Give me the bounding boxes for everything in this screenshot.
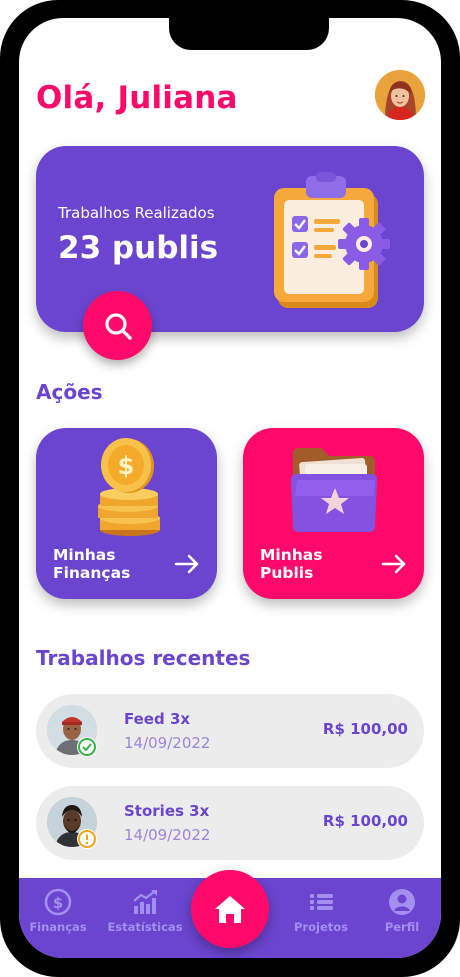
job-title: Stories 3x [124,802,210,820]
arrow-right-icon [174,554,199,574]
job-date: 14/09/2022 [124,826,211,844]
my-finances-label: Minhas Finanças [53,546,131,582]
user-icon [389,889,415,915]
works-summary-label: Trabalhos Realizados [58,204,215,222]
clipboard-checklist-icon [274,172,390,308]
recent-job-row[interactable]: Feed 3x 14/09/2022 R$ 100,00 [36,694,424,768]
money-icon: $ [44,888,72,916]
svg-text:$: $ [118,452,135,480]
home-icon [215,896,245,923]
app-screen: Olá, Juliana Trabalhos Realizados 23 pub… [19,18,441,958]
my-finances-card[interactable]: $ Minhas Finanças [36,428,217,599]
nav-item-estatisticas[interactable]: Estatísticas [105,888,185,934]
job-title: Feed 3x [124,710,191,728]
recent-jobs-title: Trabalhos recentes [36,646,251,670]
profile-avatar[interactable] [375,70,425,120]
search-icon [104,312,132,340]
job-price: R$ 100,00 [322,720,408,738]
folder-star-icon [291,448,377,532]
works-summary-value: 23 publis [58,230,219,266]
nav-item-perfil[interactable]: Perfil [362,888,441,934]
device-notch [169,18,329,50]
coin-stack-icon: $ [98,438,160,536]
status-pending [77,829,97,849]
arrow-right-icon [381,554,406,574]
job-date: 14/09/2022 [124,734,211,752]
phone-frame: Olá, Juliana Trabalhos Realizados 23 pub… [0,0,460,977]
svg-text:$: $ [53,894,63,912]
my-publis-card[interactable]: Minhas Publis [243,428,424,599]
warning-icon [78,830,96,848]
greeting-title: Olá, Juliana [36,80,238,116]
list-icon [310,894,333,910]
chart-icon [133,890,157,914]
status-approved [77,737,97,757]
search-button[interactable] [83,291,152,360]
my-publis-label: Minhas Publis [260,546,323,582]
nav-item-projetos[interactable]: Projetos [281,888,361,934]
job-price: R$ 100,00 [322,812,408,830]
check-icon [78,738,96,756]
recent-job-row[interactable]: Stories 3x 14/09/2022 R$ 100,00 [36,786,424,860]
nav-item-financas[interactable]: $ Finanças [19,888,98,934]
home-button[interactable] [191,870,269,948]
woman-avatar-icon [375,70,425,120]
actions-section-title: Ações [36,380,103,404]
